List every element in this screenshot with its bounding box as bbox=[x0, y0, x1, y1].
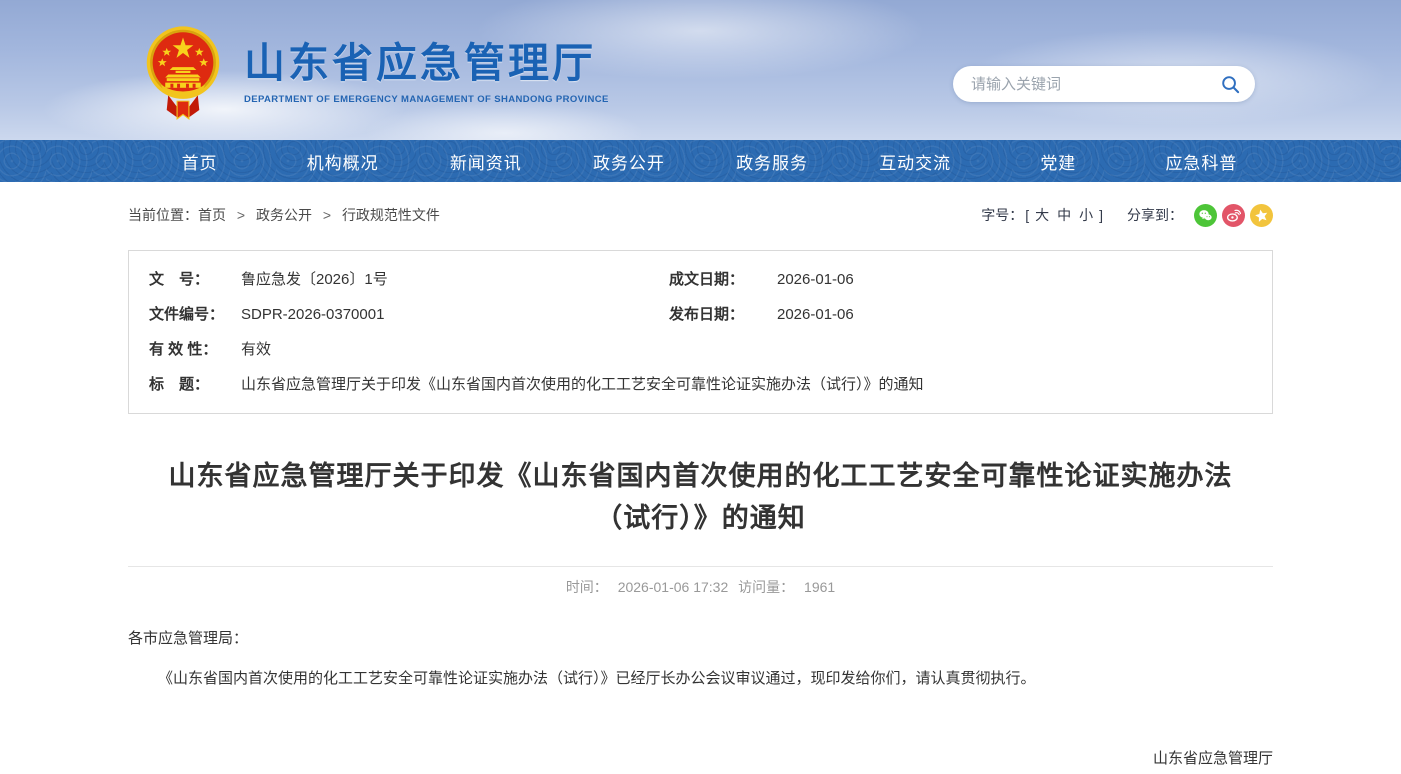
content-area: 当前位置：首页 > 政务公开 > 行政规范性文件 字号： [ 大 中 小 ] 分… bbox=[128, 182, 1273, 774]
meta-value-file-id: SDPR-2026-0370001 bbox=[241, 306, 384, 323]
weibo-icon bbox=[1226, 208, 1241, 223]
time-value: 2026-01-06 17:32 bbox=[618, 579, 729, 595]
nav-item-gov-services[interactable]: 政务服务 bbox=[701, 140, 844, 182]
meta-value-publish-date: 2026-01-06 bbox=[777, 306, 854, 323]
nav-item-interaction[interactable]: 互动交流 bbox=[844, 140, 987, 182]
breadcrumb-prefix: 当前位置： bbox=[128, 207, 198, 223]
font-size-medium-button[interactable]: 中 bbox=[1057, 205, 1071, 225]
nav-item-gov-disclosure[interactable]: 政务公开 bbox=[557, 140, 700, 182]
wechat-icon bbox=[1198, 208, 1213, 223]
meta-row-validity: 有 效 性： 有效 bbox=[149, 331, 1252, 366]
share-weibo-button[interactable] bbox=[1222, 204, 1245, 227]
meta-label-title: 标 题： bbox=[149, 373, 241, 394]
search-icon bbox=[1221, 75, 1240, 94]
time-label: 时间： bbox=[566, 579, 608, 595]
font-size-small-button[interactable]: 小 bbox=[1079, 205, 1093, 225]
star-icon bbox=[1254, 208, 1269, 223]
font-size-large-button[interactable]: 大 bbox=[1035, 205, 1049, 225]
meta-row-docnumber: 文 号： 鲁应急发〔2026〕1号 成文日期： 2026-01-06 bbox=[149, 261, 1252, 296]
share-qzone-button[interactable] bbox=[1250, 204, 1273, 227]
article-toolbar: 字号： [ 大 中 小 ] 分享到： bbox=[981, 204, 1273, 227]
meta-value-written-date: 2026-01-06 bbox=[777, 271, 854, 288]
signature-org: 山东省应急管理厅 bbox=[128, 742, 1273, 774]
nav-item-overview[interactable]: 机构概况 bbox=[271, 140, 414, 182]
breadcrumb-home[interactable]: 首页 bbox=[198, 207, 226, 223]
search-input[interactable] bbox=[971, 76, 1217, 93]
meta-label-publish-date: 发布日期： bbox=[669, 303, 777, 324]
nav-item-party-building[interactable]: 党建 bbox=[987, 140, 1130, 182]
meta-value-doc-number: 鲁应急发〔2026〕1号 bbox=[241, 268, 388, 289]
article-salutation: 各市应急管理局： bbox=[128, 625, 1273, 654]
search-button[interactable] bbox=[1217, 71, 1243, 97]
article-paragraph: 《山东省国内首次使用的化工工艺安全可靠性论证实施办法（试行）》已经厅长办公会议审… bbox=[128, 665, 1273, 694]
main-nav: 首页 机构概况 新闻资讯 政务公开 政务服务 互动交流 党建 应急科普 bbox=[0, 140, 1401, 182]
bracket-close: ] bbox=[1099, 207, 1103, 223]
meta-label-doc-number: 文 号： bbox=[149, 268, 241, 289]
site-brand[interactable]: 山东省应急管理厅 DEPARTMENT OF EMERGENCY MANAGEM… bbox=[146, 24, 609, 122]
breadcrumb-gov-disclosure[interactable]: 政务公开 bbox=[256, 207, 312, 223]
meta-value-title: 山东省应急管理厅关于印发《山东省国内首次使用的化工工艺安全可靠性论证实施办法（试… bbox=[241, 373, 924, 394]
breadcrumb-separator: > bbox=[323, 207, 331, 223]
site-header: 山东省应急管理厅 DEPARTMENT OF EMERGENCY MANAGEM… bbox=[0, 0, 1401, 140]
brand-text: 山东省应急管理厅 DEPARTMENT OF EMERGENCY MANAGEM… bbox=[244, 41, 609, 104]
visits-label: 访问量： bbox=[738, 579, 794, 595]
national-emblem-icon bbox=[146, 24, 220, 122]
site-subtitle: DEPARTMENT OF EMERGENCY MANAGEMENT OF SH… bbox=[244, 94, 609, 105]
bracket-open: [ bbox=[1025, 207, 1029, 223]
meta-row-fileid: 文件编号： SDPR-2026-0370001 发布日期： 2026-01-06 bbox=[149, 296, 1252, 331]
visits-value: 1961 bbox=[804, 579, 835, 595]
share-wechat-button[interactable] bbox=[1194, 204, 1217, 227]
nav-item-home[interactable]: 首页 bbox=[128, 140, 271, 182]
document-meta-table: 文 号： 鲁应急发〔2026〕1号 成文日期： 2026-01-06 文件编号：… bbox=[128, 250, 1273, 414]
site-title: 山东省应急管理厅 bbox=[244, 41, 609, 86]
font-size-label: 字号： bbox=[981, 205, 1023, 225]
meta-row-title: 标 题： 山东省应急管理厅关于印发《山东省国内首次使用的化工工艺安全可靠性论证实… bbox=[149, 366, 1252, 401]
share-label: 分享到： bbox=[1127, 205, 1183, 225]
meta-value-validity: 有效 bbox=[241, 338, 271, 359]
page: 山东省应急管理厅 DEPARTMENT OF EMERGENCY MANAGEM… bbox=[0, 0, 1401, 774]
breadcrumb-separator: > bbox=[237, 207, 245, 223]
article-signature-block: 山东省应急管理厅 2026年1月6日 bbox=[128, 742, 1273, 774]
meta-label-validity: 有 效 性： bbox=[149, 338, 241, 359]
breadcrumb: 当前位置：首页 > 政务公开 > 行政规范性文件 bbox=[128, 205, 440, 225]
article-title: 山东省应急管理厅关于印发《山东省国内首次使用的化工工艺安全可靠性论证实施办法（试… bbox=[156, 456, 1245, 540]
breadcrumb-current-page[interactable]: 行政规范性文件 bbox=[342, 207, 440, 223]
article-info-bar: 时间： 2026-01-06 17:32 访问量： 1961 bbox=[128, 566, 1273, 597]
nav-item-news[interactable]: 新闻资讯 bbox=[414, 140, 557, 182]
meta-label-written-date: 成文日期： bbox=[669, 268, 777, 289]
meta-label-file-id: 文件编号： bbox=[149, 303, 241, 324]
article-body: 各市应急管理局： 《山东省国内首次使用的化工工艺安全可靠性论证实施办法（试行）》… bbox=[128, 625, 1273, 774]
search-box bbox=[953, 66, 1255, 102]
nav-item-emergency-science[interactable]: 应急科普 bbox=[1130, 140, 1273, 182]
